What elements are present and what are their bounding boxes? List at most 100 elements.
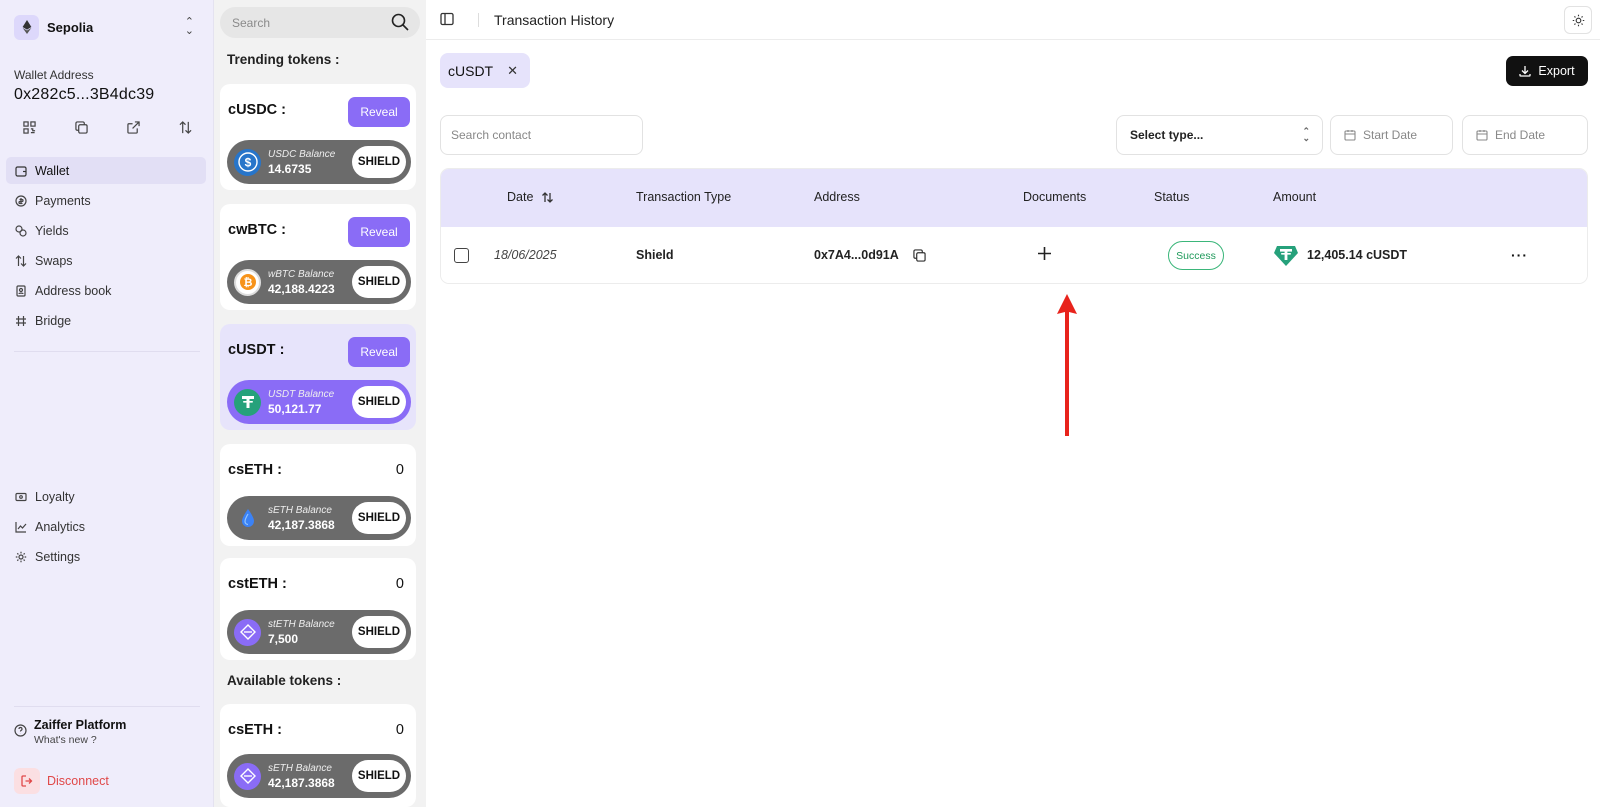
annotation-arrow bbox=[1057, 294, 1077, 436]
copy-icon[interactable] bbox=[72, 118, 90, 136]
platform-title: Zaiffer Platform bbox=[34, 718, 127, 732]
column-amount: Amount bbox=[1273, 190, 1317, 204]
balance-value: 42,188.4223 bbox=[268, 281, 335, 296]
filter-chip[interactable]: cUSDT ✕ bbox=[440, 53, 531, 88]
more-options-icon[interactable]: ··· bbox=[1511, 247, 1528, 263]
wallet-address: 0x282c5...3B4dc39 bbox=[14, 86, 155, 103]
trending-tokens-heading: Trending tokens : bbox=[227, 52, 340, 67]
main-content: Transaction History cUSDT ✕ Export Selec… bbox=[426, 0, 1600, 807]
token-card-csteth: cstETH : 0 stETH Balance 7,500 SHIELD bbox=[220, 558, 416, 660]
start-date-field[interactable]: Start Date bbox=[1330, 115, 1453, 155]
shield-button[interactable]: SHIELD bbox=[352, 502, 406, 534]
shield-button[interactable]: SHIELD bbox=[352, 616, 406, 648]
nav-item-analytics[interactable]: Analytics bbox=[6, 513, 206, 540]
shield-button[interactable]: SHIELD bbox=[352, 146, 406, 178]
steth-icon bbox=[234, 618, 261, 646]
copy-icon[interactable] bbox=[913, 248, 926, 262]
export-label: Export bbox=[1538, 64, 1575, 78]
yields-icon bbox=[14, 224, 27, 237]
token-name: cUSDC : bbox=[228, 102, 287, 118]
filter-chip-label: cUSDT bbox=[448, 62, 494, 79]
page-title: Transaction History bbox=[494, 12, 615, 28]
nav-item-yields[interactable]: Yields bbox=[6, 217, 206, 244]
available-tokens-heading: Available tokens : bbox=[227, 673, 342, 688]
token-value: 0 bbox=[395, 722, 404, 738]
token-search-input[interactable] bbox=[232, 15, 382, 30]
network-selector[interactable]: Sepolia ⌃ ⌄ bbox=[14, 14, 200, 40]
transfer-icon[interactable] bbox=[177, 118, 195, 136]
balance-value: 7,500 bbox=[268, 631, 299, 646]
nav-item-settings[interactable]: Settings bbox=[6, 543, 206, 570]
platform-subtitle: What's new ? bbox=[34, 734, 97, 746]
balance-pill: sETH Balance 42,187.3868 SHIELD bbox=[227, 496, 411, 540]
reveal-button[interactable]: Reveal bbox=[348, 97, 410, 127]
address-book-icon bbox=[14, 284, 27, 297]
usdt-icon bbox=[234, 388, 261, 416]
token-name: csETH : bbox=[228, 462, 282, 478]
token-value: 0 bbox=[395, 576, 404, 592]
row-amount-cell: 12,405.14 cUSDT bbox=[1273, 242, 1407, 268]
platform-news[interactable]: Zaiffer Platform What's new ? bbox=[14, 718, 126, 746]
nav-item-payments[interactable]: Payments bbox=[6, 187, 206, 214]
svg-text:$: $ bbox=[244, 156, 251, 170]
balance-value: 42,187.3868 bbox=[268, 775, 335, 790]
shield-button[interactable]: SHIELD bbox=[352, 266, 406, 298]
end-date-placeholder: End Date bbox=[1495, 128, 1546, 142]
ethereum-icon bbox=[14, 14, 39, 40]
top-bar: Transaction History bbox=[426, 0, 1600, 40]
shield-button[interactable]: SHIELD bbox=[352, 760, 406, 792]
close-icon[interactable]: ✕ bbox=[507, 63, 518, 79]
token-search[interactable] bbox=[220, 7, 420, 38]
balance-label: USDC Balance bbox=[268, 148, 336, 160]
external-link-icon[interactable] bbox=[125, 118, 143, 136]
token-card-cseth: csETH : 0 sETH Balance 42,187.3868 SHIEL… bbox=[220, 444, 416, 546]
balance-value: 50,121.77 bbox=[268, 401, 322, 416]
usdc-icon: $ bbox=[234, 148, 261, 176]
reveal-button[interactable]: Reveal bbox=[348, 217, 410, 247]
shield-button[interactable]: SHIELD bbox=[352, 386, 406, 418]
search-contact-field[interactable] bbox=[440, 115, 643, 155]
balance-pill: ₿ wBTC Balance 42,188.4223 SHIELD bbox=[227, 260, 411, 304]
seth-drop-icon bbox=[234, 505, 261, 532]
balance-pill: $ USDC Balance 14.6735 SHIELD bbox=[227, 140, 411, 184]
column-header-label: Date bbox=[507, 190, 534, 204]
column-date[interactable]: Date bbox=[507, 190, 554, 204]
token-panel: Trending tokens : cUSDC : Reveal $ USDC … bbox=[214, 0, 426, 807]
search-icon[interactable] bbox=[391, 13, 409, 36]
nav-item-swaps[interactable]: Swaps bbox=[6, 247, 206, 274]
theme-toggle-button[interactable] bbox=[1564, 6, 1592, 34]
nav-label: Analytics bbox=[35, 519, 86, 534]
export-button[interactable]: Export bbox=[1506, 56, 1588, 86]
nav-item-wallet[interactable]: Wallet bbox=[6, 157, 206, 184]
token-card-cwbtc: cwBTC : Reveal ₿ wBTC Balance 42,188.422… bbox=[220, 204, 416, 310]
search-contact-input[interactable] bbox=[451, 128, 631, 142]
table-row[interactable]: 18/06/2025 Shield 0x7A4...0d91A Success … bbox=[441, 227, 1587, 283]
end-date-field[interactable]: End Date bbox=[1462, 115, 1588, 155]
logout-icon bbox=[14, 768, 40, 794]
balance-label: wBTC Balance bbox=[268, 268, 335, 280]
settings-icon bbox=[14, 550, 27, 563]
wbtc-icon: ₿ bbox=[234, 268, 261, 296]
nav-item-loyalty[interactable]: Loyalty bbox=[6, 483, 206, 510]
disconnect-button[interactable]: Disconnect bbox=[14, 768, 109, 794]
nav-label: Wallet bbox=[35, 163, 70, 178]
balance-pill: sETH Balance 42,187.3868 SHIELD bbox=[227, 754, 411, 798]
token-card-cusdt[interactable]: cUSDT : Reveal USDT Balance 50,121.77 SH… bbox=[220, 324, 416, 430]
nav-item-bridge[interactable]: Bridge bbox=[6, 307, 206, 334]
svg-text:₿: ₿ bbox=[243, 277, 252, 289]
sidebar-toggle-icon[interactable] bbox=[440, 12, 454, 31]
token-name: cstETH : bbox=[228, 576, 287, 592]
add-document-icon[interactable] bbox=[1037, 246, 1052, 261]
wallet-address-label: Wallet Address bbox=[14, 68, 94, 82]
nav-item-address-book[interactable]: Address book bbox=[6, 277, 206, 304]
row-checkbox[interactable] bbox=[454, 248, 469, 263]
token-name: cwBTC : bbox=[228, 222, 286, 238]
sun-icon bbox=[1572, 14, 1584, 26]
nav-label: Address book bbox=[35, 283, 112, 298]
qr-code-icon[interactable] bbox=[20, 118, 38, 136]
reveal-button[interactable]: Reveal bbox=[348, 337, 410, 367]
nav-divider bbox=[14, 351, 200, 352]
transaction-type-select[interactable]: Select type... ⌃ ⌄ bbox=[1116, 115, 1323, 155]
balance-pill: stETH Balance 7,500 SHIELD bbox=[227, 610, 411, 654]
swap-icon bbox=[14, 254, 27, 267]
